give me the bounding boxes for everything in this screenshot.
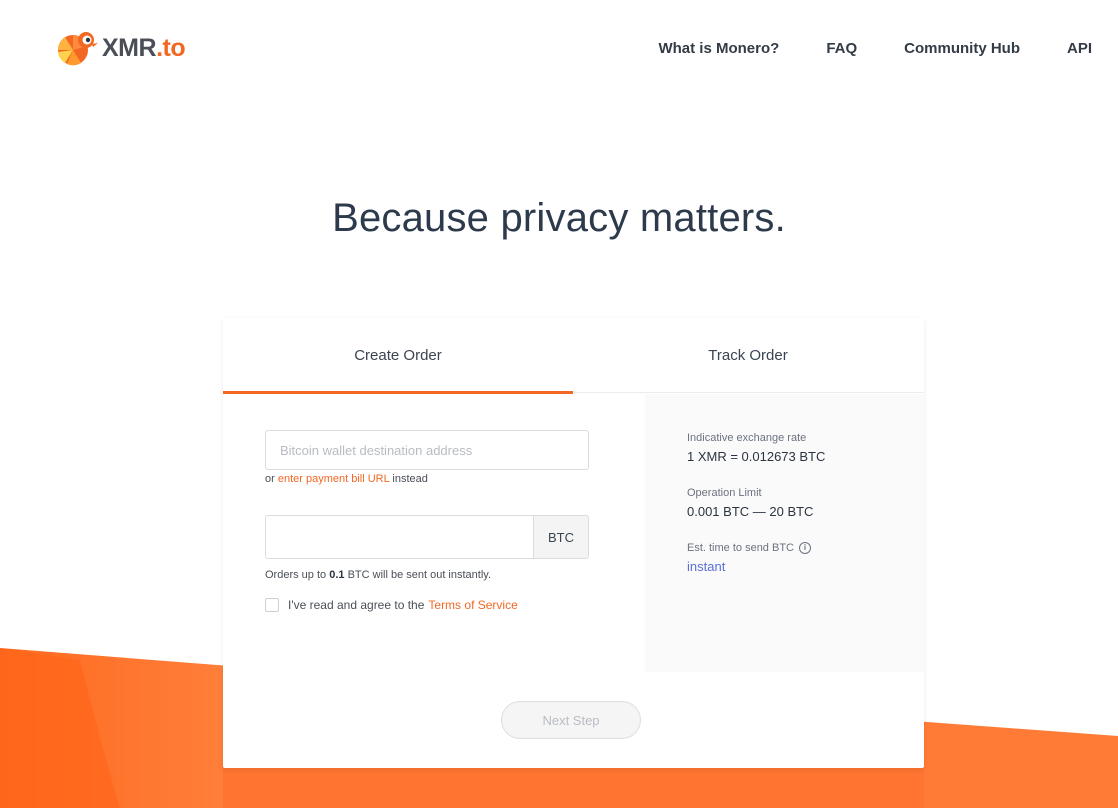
hero-title: Because privacy matters. [332, 196, 786, 240]
operation-limit-value: 0.001 BTC — 20 BTC [687, 504, 814, 519]
nav-community-hub[interactable]: Community Hub [904, 40, 1020, 57]
terms-row: I've read and agree to the Terms of Serv… [265, 598, 589, 612]
terms-checkbox[interactable] [265, 598, 279, 612]
send-time-value: instant [687, 559, 726, 574]
terms-of-service-link[interactable]: Terms of Service [428, 598, 517, 612]
terms-text: I've read and agree to the [288, 598, 425, 612]
tab-track-order[interactable]: Track Order [573, 318, 923, 392]
send-time-block: Est. time to send BTC i instant [687, 542, 811, 574]
btc-address-input[interactable] [265, 430, 589, 470]
chameleon-logo-icon [57, 32, 98, 66]
order-form: or enter payment bill URL instead BTC Or… [265, 430, 589, 612]
order-tabs: Create Order Track Order [223, 318, 924, 394]
exchange-rate-block: Indicative exchange rate 1 XMR = 0.01267… [687, 432, 825, 464]
operation-limit-block: Operation Limit 0.001 BTC — 20 BTC [687, 487, 813, 519]
exchange-rate-label: Indicative exchange rate [687, 432, 807, 444]
amount-unit-label: BTC [533, 515, 589, 559]
logo[interactable]: XMR.to [53, 26, 186, 70]
top-nav: What is Monero? FAQ Community Hub API [611, 40, 1092, 57]
exchange-card: Create Order Track Order or enter paymen… [223, 318, 924, 768]
exchange-rate-value: 1 XMR = 0.012673 BTC [687, 449, 826, 464]
info-panel: Indicative exchange rate 1 XMR = 0.01267… [645, 394, 924, 672]
nav-faq[interactable]: FAQ [826, 40, 857, 57]
info-circle-icon[interactable]: i [798, 542, 811, 554]
site-header: XMR.to What is Monero? FAQ Community Hub… [0, 0, 1118, 100]
alt-payment-line: or enter payment bill URL instead [265, 473, 428, 485]
instant-orders-note: Orders up to 0.1 BTC will be sent out in… [265, 569, 492, 581]
tab-create-order[interactable]: Create Order [223, 318, 573, 394]
next-step-button[interactable]: Next Step [501, 701, 641, 739]
nav-api[interactable]: API [1067, 40, 1092, 57]
operation-limit-label: Operation Limit [687, 487, 762, 499]
payment-bill-url-link[interactable]: enter payment bill URL [278, 473, 389, 485]
nav-what-is-monero[interactable]: What is Monero? [658, 40, 779, 57]
logo-text: XMR.to [102, 33, 186, 62]
btc-amount-input[interactable] [265, 515, 533, 559]
amount-field-group: BTC [265, 515, 589, 559]
send-time-label: Est. time to send BTC i [687, 542, 811, 554]
